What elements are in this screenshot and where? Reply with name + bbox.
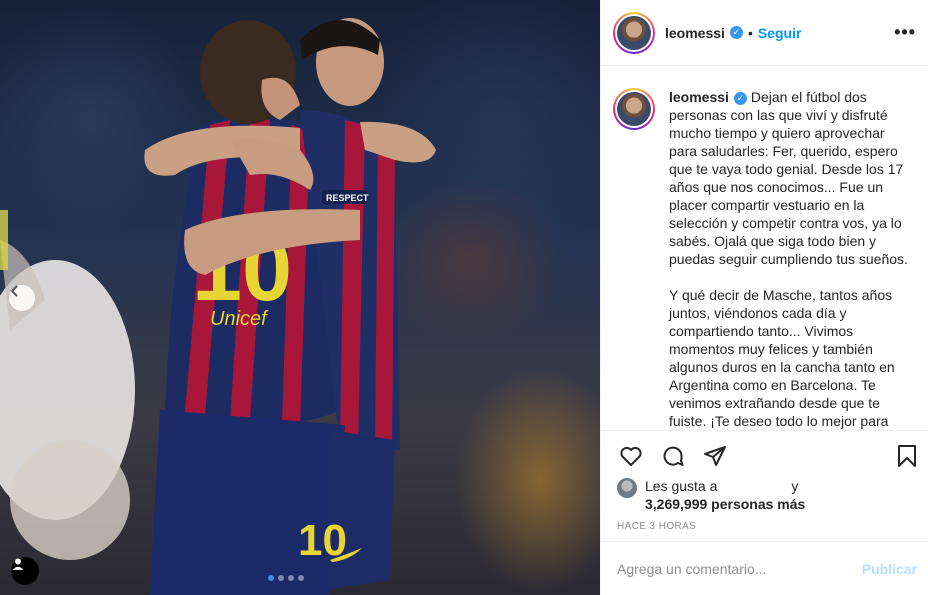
post-photo[interactable]: 10 Unicef RESPECT 10 bbox=[0, 0, 600, 595]
post-header: leomessi ✓ • Seguir ••• bbox=[601, 0, 928, 66]
comment-button[interactable] bbox=[659, 442, 687, 470]
respect-badge-text: RESPECT bbox=[326, 193, 369, 203]
bookmark-icon bbox=[898, 445, 916, 467]
avatar-image bbox=[617, 15, 651, 50]
likes-conjunction: y bbox=[791, 478, 799, 494]
liker-avatar[interactable] bbox=[617, 478, 637, 498]
carousel-dot bbox=[268, 575, 274, 581]
photo-illustration: 10 Unicef RESPECT 10 bbox=[0, 18, 436, 595]
post-comment-button[interactable]: Publicar bbox=[862, 561, 917, 577]
comment-input[interactable] bbox=[617, 560, 862, 577]
carousel-dot bbox=[298, 575, 304, 581]
likes-prefix: Les gusta a bbox=[645, 478, 718, 494]
likes-count[interactable]: 3,269,999 personas más bbox=[645, 496, 805, 512]
chevron-left-icon bbox=[10, 285, 18, 297]
carousel-dot bbox=[278, 575, 284, 581]
like-button[interactable] bbox=[617, 442, 645, 470]
caption: leomessi ✓ Dejan el fútbol dos personas c… bbox=[613, 88, 913, 430]
add-comment-form: Publicar bbox=[601, 541, 928, 595]
carousel-dot bbox=[288, 575, 294, 581]
author-username[interactable]: leomessi bbox=[665, 25, 725, 41]
caption-paragraph-1: Dejan el fútbol dos personas con las que… bbox=[669, 89, 908, 267]
jersey-sponsor-text: Unicef bbox=[210, 308, 269, 330]
more-options-icon[interactable]: ••• bbox=[894, 22, 916, 43]
comment-icon bbox=[663, 446, 684, 466]
heart-icon bbox=[620, 446, 642, 466]
save-button[interactable] bbox=[893, 442, 921, 470]
post-actions: Les gusta a y 3,269,999 personas más Hace… bbox=[601, 430, 928, 532]
caption-avatar[interactable] bbox=[613, 88, 655, 130]
carousel-indicator bbox=[268, 575, 304, 581]
user-tag-icon bbox=[12, 558, 24, 570]
tagged-users-button[interactable] bbox=[11, 557, 39, 585]
share-button[interactable] bbox=[701, 442, 729, 470]
verified-badge-icon: ✓ bbox=[733, 91, 747, 105]
action-bar bbox=[617, 441, 916, 471]
post-side-panel: leomessi ✓ • Seguir ••• leomessi ✓ Dejan … bbox=[600, 0, 928, 595]
caption-username[interactable]: leomessi bbox=[669, 89, 729, 105]
caption-text: leomessi ✓ Dejan el fútbol dos personas c… bbox=[669, 88, 913, 430]
follow-button[interactable]: Seguir bbox=[758, 25, 802, 41]
avatar-image bbox=[617, 92, 651, 126]
header-separator: • bbox=[747, 24, 753, 41]
post-timestamp[interactable]: Hace 3 horas bbox=[617, 521, 913, 532]
likes-summary: Les gusta a y 3,269,999 personas más bbox=[617, 477, 913, 513]
verified-badge-icon: ✓ bbox=[729, 26, 743, 39]
author-avatar[interactable] bbox=[613, 11, 655, 54]
carousel-prev-button[interactable] bbox=[9, 285, 35, 311]
comments-scroll-area[interactable]: leomessi ✓ Dejan el fútbol dos personas c… bbox=[601, 66, 928, 430]
caption-paragraph-2: Y qué decir de Masche, tantos años junto… bbox=[669, 287, 895, 429]
share-icon bbox=[704, 446, 726, 466]
